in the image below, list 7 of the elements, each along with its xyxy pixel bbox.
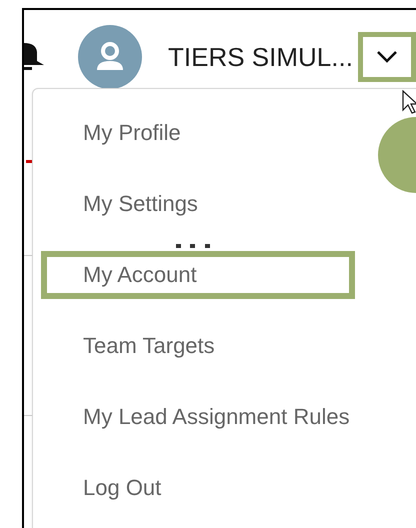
avatar-icon[interactable] — [78, 25, 142, 89]
chevron-down-icon — [376, 50, 398, 64]
dots-icon — [176, 244, 210, 248]
dropdown-button[interactable] — [358, 32, 416, 82]
bell-icon[interactable] — [24, 40, 44, 70]
menu-item[interactable]: My Account — [41, 250, 355, 298]
user-name: TIERS SIMUL... — [168, 42, 354, 72]
